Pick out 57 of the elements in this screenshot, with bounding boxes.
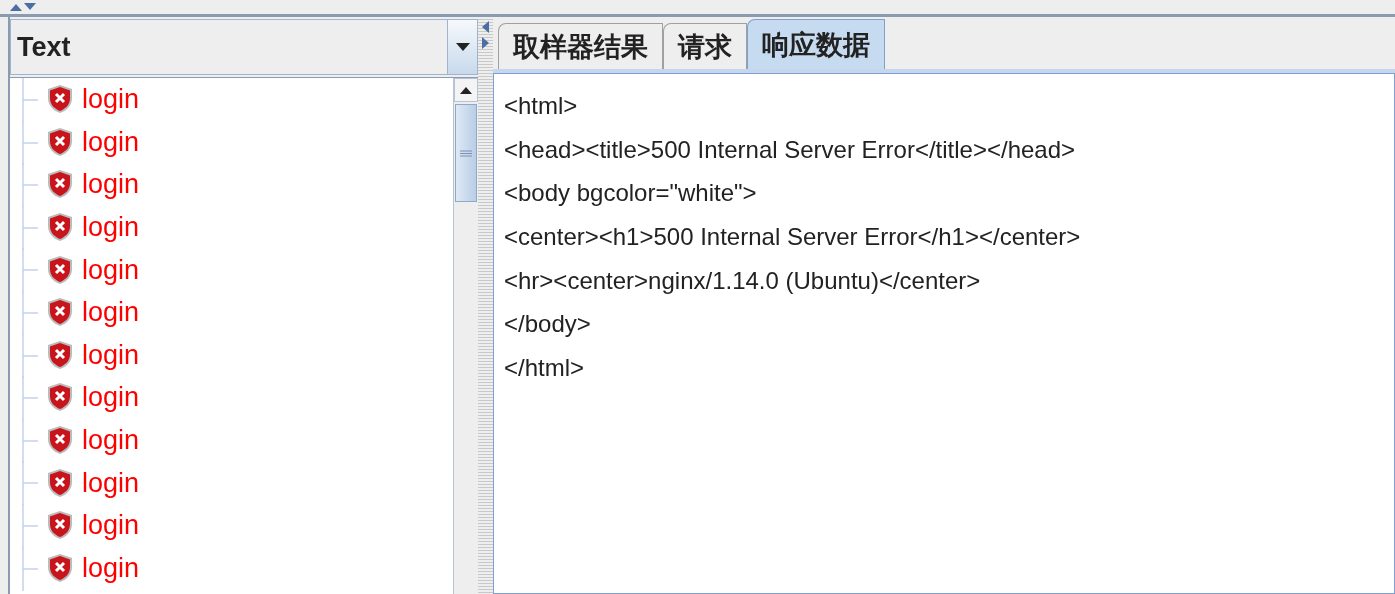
- tree-item[interactable]: login: [82, 339, 140, 370]
- tab[interactable]: 响应数据: [747, 19, 885, 69]
- collapse-up-icon[interactable]: [10, 3, 22, 11]
- tree-line: [22, 290, 40, 335]
- scrollbar-thumb[interactable]: [455, 104, 477, 202]
- grip-icon: [460, 149, 472, 157]
- view-combo[interactable]: Text: [10, 19, 478, 75]
- tree-item[interactable]: login: [82, 84, 140, 115]
- tree-item[interactable]: login: [82, 297, 140, 328]
- tree-line: [22, 78, 40, 122]
- tab[interactable]: 取样器结果: [498, 23, 663, 69]
- dropdown-button[interactable]: [447, 20, 477, 74]
- tree-item[interactable]: login: [82, 552, 140, 583]
- error-shield-icon: [46, 425, 74, 456]
- tree-line: [22, 120, 40, 165]
- tree-line: [22, 546, 40, 591]
- tree-item[interactable]: login: [82, 126, 140, 157]
- response-line: <hr><center>nginx/1.14.0 (Ubuntu)</center>: [504, 265, 982, 296]
- error-shield-icon: [46, 510, 74, 541]
- response-line: </body>: [504, 309, 592, 340]
- tree-item[interactable]: login: [82, 212, 140, 243]
- tree-line: [22, 333, 40, 378]
- up-arrow-icon: [460, 86, 472, 94]
- tree-line: [22, 376, 40, 421]
- response-line: <html>: [504, 90, 579, 121]
- tree-line: [22, 503, 40, 548]
- tab[interactable]: 请求: [663, 23, 747, 69]
- response-line: </html>: [504, 352, 586, 383]
- tree-line: [22, 205, 40, 250]
- error-shield-icon: [46, 552, 74, 583]
- error-shield-icon: [46, 84, 74, 115]
- tree-line: [22, 418, 40, 463]
- tree-item[interactable]: login: [82, 425, 140, 456]
- scroll-up-button[interactable]: [454, 78, 478, 102]
- error-shield-icon: [46, 297, 74, 328]
- tree-line: [22, 461, 40, 506]
- response-line: <head><title>500 Internal Server Error</title></head>: [504, 134, 1077, 165]
- error-shield-icon: [46, 467, 74, 498]
- error-shield-icon: [46, 169, 74, 200]
- error-shield-icon: [46, 382, 74, 413]
- caret-icon: [455, 43, 470, 51]
- error-shield-icon: [46, 126, 74, 157]
- right-arrow-icon[interactable]: [482, 37, 489, 49]
- tree-line: [22, 248, 40, 293]
- error-shield-icon: [46, 339, 74, 370]
- response-line: <center><h1>500 Internal Server Error</h1></center>: [504, 221, 1082, 252]
- collapse-down-icon[interactable]: [24, 3, 36, 11]
- tree-item[interactable]: login: [82, 254, 140, 285]
- tree-item[interactable]: login: [82, 169, 140, 200]
- error-shield-icon: [46, 212, 74, 243]
- error-shield-icon: [46, 254, 74, 285]
- left-arrow-icon[interactable]: [482, 21, 489, 33]
- response-line: <body bgcolor="white">: [504, 178, 758, 209]
- tree-item[interactable]: login: [82, 382, 140, 413]
- tree-item[interactable]: login: [82, 467, 140, 498]
- tree-item[interactable]: login: [82, 510, 140, 541]
- tree-line: [22, 163, 40, 208]
